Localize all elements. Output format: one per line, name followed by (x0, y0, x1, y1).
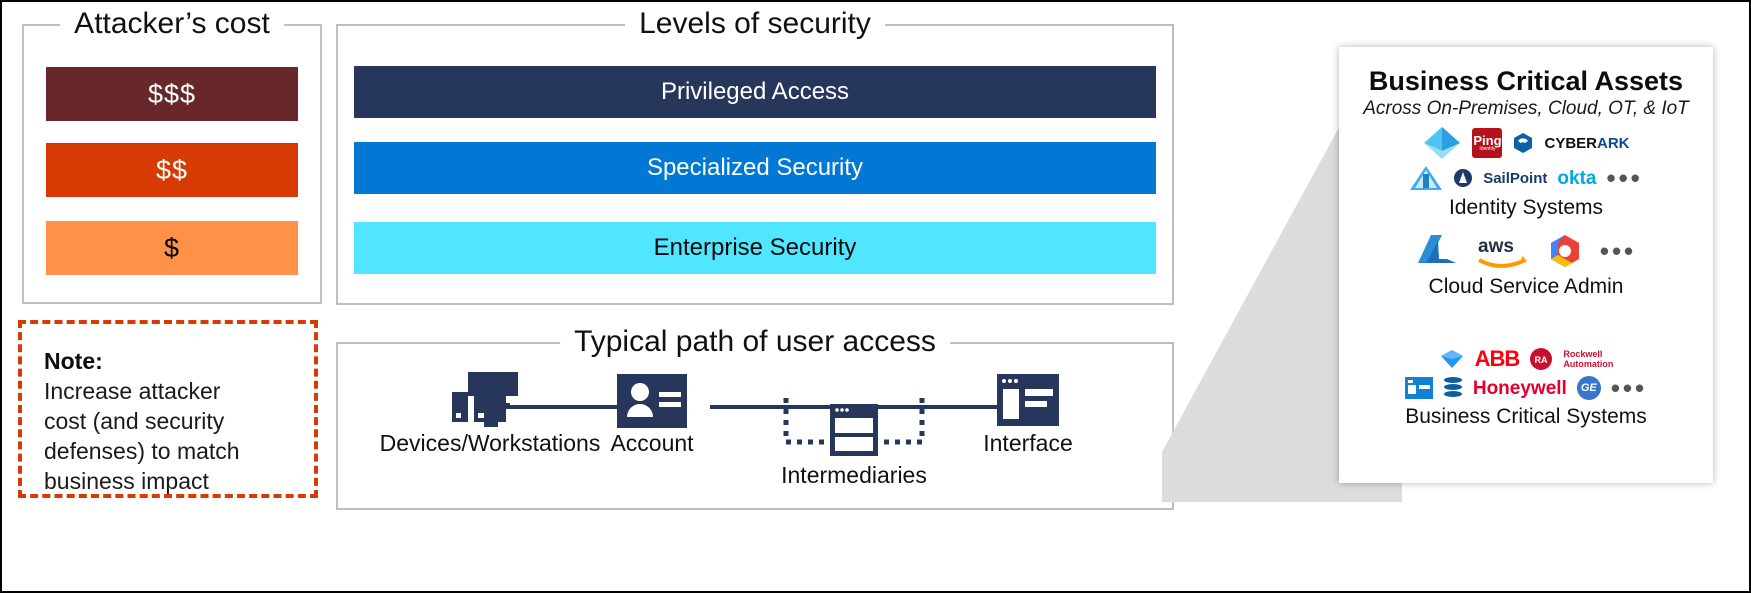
cyberark-icon (1514, 133, 1533, 153)
assets-title: Business Critical Assets (1368, 66, 1684, 96)
node-label: Devices/Workstations (379, 430, 601, 456)
note-line-3: defenses) to match (44, 438, 240, 464)
level-bar-privileged-access: Privileged Access (354, 66, 1156, 118)
cost-bar-low: $ (46, 221, 298, 275)
svg-text:RA: RA (1535, 355, 1548, 365)
azure-ad-icon (1424, 127, 1461, 159)
sailpoint-icon (1454, 169, 1473, 187)
category-identity-systems: Ping Identity CYBER ARK SailPoint okta •… (1339, 125, 1713, 221)
google-cloud-logo (1550, 235, 1579, 267)
node-intermediaries: Intermediaries (754, 396, 954, 489)
category-cloud-service-admin: aws ••• Cloud Service Admin (1339, 232, 1713, 300)
bcs-logos-row-2: Honeywell GE ••• (1339, 373, 1713, 403)
category-label: Identity Systems (1448, 196, 1604, 219)
cost-bar-medium: $$ (46, 143, 298, 197)
attackers-cost-title: Attacker’s cost (60, 7, 284, 41)
ge-logo: GE (1576, 376, 1601, 400)
node-account: Account (592, 372, 712, 457)
workstation-icon (452, 372, 518, 427)
cyberark-logo: CYBER ARK (1544, 134, 1630, 152)
note-line-1: Increase attacker (44, 378, 221, 404)
abb-logo: ABB (1474, 346, 1521, 371)
svg-text:aws: aws (1478, 236, 1514, 257)
ping-identity-logo: Ping Identity (1472, 128, 1503, 158)
identity-logos-row-2: SailPoint okta ••• (1339, 165, 1713, 191)
typical-path-title: Typical path of user access (560, 325, 950, 359)
node-label: Intermediaries (781, 462, 927, 488)
category-business-critical-systems: ABB RA Rockwell Automation Honeywell GE … (1339, 347, 1713, 430)
diagram-canvas: Attacker’s cost $$$ $$ $ Note: Increase … (0, 0, 1751, 593)
rockwell-automation-logo: Rockwell Automation (1563, 349, 1614, 369)
typical-path-group: Typical path of user access Devices/Work… (336, 325, 1174, 510)
bcs-more-dots: ••• (1610, 373, 1648, 403)
note-title: Note: (44, 348, 103, 374)
okta-logo: okta (1557, 167, 1597, 189)
note-line-4: business impact (44, 468, 209, 494)
levels-of-security-group: Levels of security Privileged Access Spe… (336, 7, 1174, 305)
level-bar-specialized-security: Specialized Security (354, 142, 1156, 194)
assets-subtitle: Across On-Premises, Cloud, OT, & IoT (1363, 98, 1689, 119)
honeywell-logo: Honeywell (1472, 377, 1567, 399)
node-devices-workstations: Devices/Workstations (370, 372, 610, 457)
azure-logo (1417, 235, 1456, 263)
node-label: Interface (983, 430, 1073, 456)
levels-of-security-title: Levels of security (625, 7, 885, 41)
cost-bar-high: $$$ (46, 67, 298, 121)
sailpoint-logo: SailPoint (1483, 169, 1548, 187)
category-label: Business Critical Systems (1405, 405, 1647, 428)
node-label: Account (610, 430, 694, 456)
siemens-icon (1443, 377, 1462, 397)
cloud-logos-row: aws ••• (1339, 232, 1713, 270)
note-line-2: cost (and security (44, 408, 225, 434)
aws-logo: aws (1478, 236, 1527, 268)
business-critical-assets-panel: Business Critical Assets Across On-Premi… (1339, 47, 1713, 483)
identity-more-dots: ••• (1606, 163, 1643, 193)
rockwell-badge-icon: RA (1530, 348, 1553, 370)
attackers-cost-group: Attacker’s cost $$$ $$ $ (22, 7, 322, 304)
osisoft-icon (1404, 377, 1433, 399)
sap-icon (1440, 350, 1463, 368)
bcs-logos-row-1: ABB RA Rockwell Automation (1339, 347, 1713, 371)
note-callout: Note: Increase attacker cost (and securi… (18, 320, 318, 498)
account-card-icon (617, 374, 687, 428)
category-label: Cloud Service Admin (1428, 275, 1624, 298)
interface-window-icon (997, 374, 1059, 426)
cloud-more-dots: ••• (1599, 236, 1637, 266)
identity-logos-row-1: Ping Identity CYBER ARK (1339, 125, 1713, 161)
node-interface: Interface (948, 372, 1108, 457)
level-bar-enterprise-security: Enterprise Security (354, 222, 1156, 274)
intermediaries-icon (783, 398, 925, 456)
thycotic-icon (1410, 166, 1443, 190)
